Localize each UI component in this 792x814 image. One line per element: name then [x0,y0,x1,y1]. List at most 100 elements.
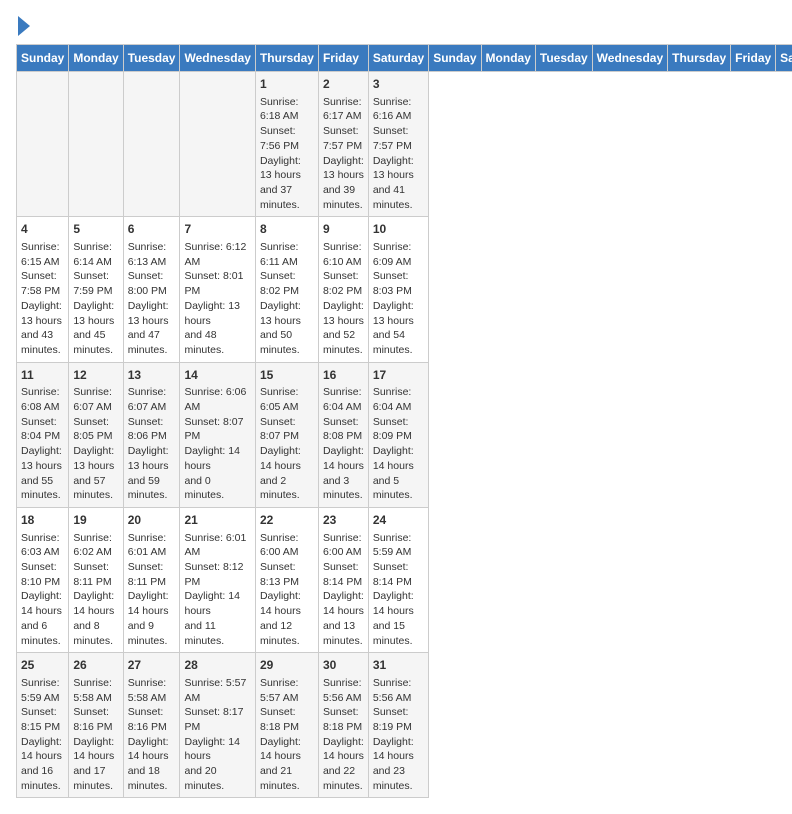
day-info: and 43 minutes. [21,328,64,357]
day-info: Sunset: 8:06 PM [128,415,176,444]
day-info: and 0 minutes. [184,474,250,503]
day-info: Sunrise: 5:56 AM [323,676,364,705]
day-number: 7 [184,221,250,238]
day-info: Sunrise: 6:17 AM [323,95,364,124]
day-info: and 5 minutes. [373,474,424,503]
day-info: Sunset: 7:58 PM [21,269,64,298]
day-info: Sunrise: 6:07 AM [73,385,118,414]
day-number: 27 [128,657,176,674]
calendar-cell: 2Sunrise: 6:17 AMSunset: 7:57 PMDaylight… [318,72,368,217]
calendar-header-row: SundayMondayTuesdayWednesdayThursdayFrid… [17,45,792,72]
day-info: Daylight: 13 hours [184,299,250,328]
day-info: Sunrise: 6:14 AM [73,240,118,269]
calendar-cell: 17Sunrise: 6:04 AMSunset: 8:09 PMDayligh… [368,362,428,507]
day-info: Sunrise: 5:56 AM [373,676,424,705]
day-info: and 52 minutes. [323,328,364,357]
day-info: and 6 minutes. [21,619,64,648]
day-info: and 11 minutes. [184,619,250,648]
day-info: Daylight: 13 hours [21,299,64,328]
day-info: Daylight: 13 hours [373,154,424,183]
day-number: 15 [260,367,314,384]
day-info: Daylight: 13 hours [323,299,364,328]
day-info: and 41 minutes. [373,183,424,212]
calendar-week-row: 1Sunrise: 6:18 AMSunset: 7:56 PMDaylight… [17,72,792,217]
calendar-cell: 23Sunrise: 6:00 AMSunset: 8:14 PMDayligh… [318,507,368,652]
day-info: Sunset: 8:18 PM [323,705,364,734]
day-info: Daylight: 14 hours [323,735,364,764]
day-info: Sunrise: 5:58 AM [128,676,176,705]
day-info: Daylight: 13 hours [260,299,314,328]
day-info: and 37 minutes. [260,183,314,212]
calendar-cell [69,72,123,217]
day-number: 29 [260,657,314,674]
day-info: Sunset: 7:57 PM [373,124,424,153]
weekday-header-tuesday: Tuesday [535,45,592,72]
calendar-cell: 21Sunrise: 6:01 AMSunset: 8:12 PMDayligh… [180,507,255,652]
day-info: Sunset: 8:10 PM [21,560,64,589]
day-info: and 16 minutes. [21,764,64,793]
day-info: and 9 minutes. [128,619,176,648]
day-info: and 2 minutes. [260,474,314,503]
day-info: Daylight: 13 hours [73,444,118,473]
calendar-cell: 4Sunrise: 6:15 AMSunset: 7:58 PMDaylight… [17,217,69,362]
day-number: 2 [323,76,364,93]
calendar-week-row: 11Sunrise: 6:08 AMSunset: 8:04 PMDayligh… [17,362,792,507]
day-number: 16 [323,367,364,384]
calendar-cell: 27Sunrise: 5:58 AMSunset: 8:16 PMDayligh… [123,653,180,798]
day-number: 5 [73,221,118,238]
calendar-week-row: 4Sunrise: 6:15 AMSunset: 7:58 PMDaylight… [17,217,792,362]
day-number: 28 [184,657,250,674]
day-info: Sunrise: 6:08 AM [21,385,64,414]
day-info: and 22 minutes. [323,764,364,793]
day-info: Sunrise: 6:03 AM [21,531,64,560]
day-info: and 21 minutes. [260,764,314,793]
day-info: Sunrise: 6:02 AM [73,531,118,560]
day-info: Sunset: 8:16 PM [128,705,176,734]
calendar-cell: 7Sunrise: 6:12 AMSunset: 8:01 PMDaylight… [180,217,255,362]
calendar-cell: 28Sunrise: 5:57 AMSunset: 8:17 PMDayligh… [180,653,255,798]
page-header [16,16,776,36]
calendar-cell: 26Sunrise: 5:58 AMSunset: 8:16 PMDayligh… [69,653,123,798]
calendar-cell: 18Sunrise: 6:03 AMSunset: 8:10 PMDayligh… [17,507,69,652]
logo-arrow-icon [18,16,30,36]
header-saturday: Saturday [368,45,428,72]
day-info: Daylight: 14 hours [373,735,424,764]
day-info: and 45 minutes. [73,328,118,357]
day-info: and 50 minutes. [260,328,314,357]
day-info: Daylight: 13 hours [73,299,118,328]
weekday-header-monday: Monday [481,45,535,72]
day-info: Daylight: 14 hours [373,589,424,618]
calendar-cell: 22Sunrise: 6:00 AMSunset: 8:13 PMDayligh… [255,507,318,652]
day-number: 4 [21,221,64,238]
calendar-cell: 19Sunrise: 6:02 AMSunset: 8:11 PMDayligh… [69,507,123,652]
calendar-cell: 5Sunrise: 6:14 AMSunset: 7:59 PMDaylight… [69,217,123,362]
day-info: Sunset: 8:19 PM [373,705,424,734]
day-info: Sunset: 8:07 PM [260,415,314,444]
calendar-cell: 9Sunrise: 6:10 AMSunset: 8:02 PMDaylight… [318,217,368,362]
day-info: Sunrise: 6:06 AM [184,385,250,414]
day-info: Sunset: 8:03 PM [373,269,424,298]
calendar-cell: 1Sunrise: 6:18 AMSunset: 7:56 PMDaylight… [255,72,318,217]
calendar-cell: 29Sunrise: 5:57 AMSunset: 8:18 PMDayligh… [255,653,318,798]
calendar-cell: 11Sunrise: 6:08 AMSunset: 8:04 PMDayligh… [17,362,69,507]
day-number: 26 [73,657,118,674]
weekday-header-sunday: Sunday [429,45,481,72]
day-info: Daylight: 14 hours [260,589,314,618]
day-info: Sunrise: 6:13 AM [128,240,176,269]
day-info: Daylight: 14 hours [260,444,314,473]
day-info: Daylight: 13 hours [21,444,64,473]
calendar-cell: 24Sunrise: 5:59 AMSunset: 8:14 PMDayligh… [368,507,428,652]
day-info: Daylight: 14 hours [184,444,250,473]
day-number: 6 [128,221,176,238]
day-info: Sunset: 8:11 PM [128,560,176,589]
day-info: Sunset: 8:02 PM [323,269,364,298]
day-number: 19 [73,512,118,529]
calendar-week-row: 25Sunrise: 5:59 AMSunset: 8:15 PMDayligh… [17,653,792,798]
day-info: Sunset: 8:11 PM [73,560,118,589]
day-info: and 39 minutes. [323,183,364,212]
day-info: Sunrise: 6:11 AM [260,240,314,269]
day-info: Sunset: 8:01 PM [184,269,250,298]
day-info: Sunset: 7:56 PM [260,124,314,153]
day-info: Sunrise: 6:07 AM [128,385,176,414]
day-number: 17 [373,367,424,384]
